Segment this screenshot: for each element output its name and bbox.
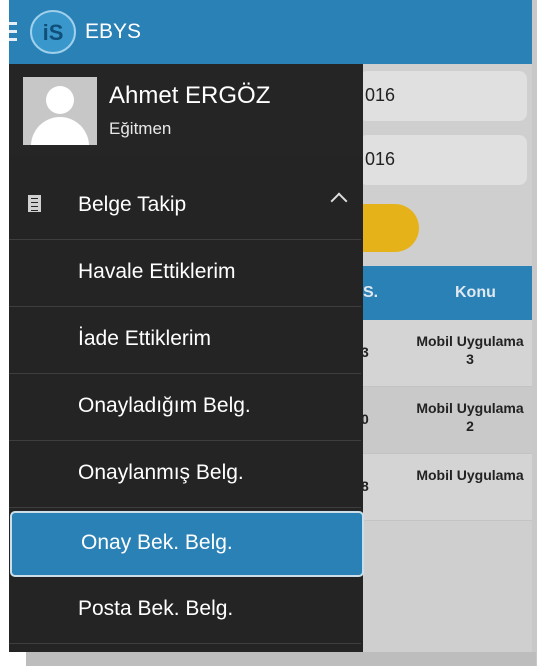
frame-shadow-bottom [26, 652, 536, 666]
user-name: Ahmet ERGÖZ [109, 82, 271, 109]
app-screen: 016 016 S. Konu 3 Mobil Uygulama 3 0 Mob… [9, 0, 532, 652]
menu-icon[interactable] [9, 22, 17, 42]
menu-item-onay-bek-belg[interactable]: Onay Bek. Belg. [10, 511, 364, 577]
row-subject: Mobil Uygulama [416, 467, 524, 483]
app-title: EBYS [85, 20, 142, 43]
menu-item-onaylanmis-belg[interactable]: Onaylanmış Belg. [9, 441, 361, 508]
table-row[interactable]: 3 Mobil Uygulama 3 [359, 320, 532, 387]
menu-item-label: Posta Bek. Belg. [78, 597, 234, 620]
logo-text: iS [43, 20, 64, 45]
menu-item-havale-ettiklerim[interactable]: Havale Ettiklerim [9, 240, 361, 307]
navigation-drawer: Ahmet ERGÖZ Eğitmen Belge Takip Havale E… [9, 64, 364, 652]
menu-item-posta-bek-belg[interactable]: Posta Bek. Belg. [9, 577, 361, 644]
app-bar: iS EBYS [9, 0, 532, 64]
document-icon [28, 195, 41, 212]
menu-item-label: Onaylanmış Belg. [78, 461, 244, 484]
chevron-up-icon[interactable] [330, 192, 348, 210]
user-role: Eğitmen [109, 119, 172, 138]
start-date-value: 016 [365, 85, 396, 105]
menu-item-iade-ettiklerim[interactable]: İade Ettiklerim [9, 307, 361, 374]
menu-item-label: Onay Bek. Belg. [81, 531, 233, 554]
end-date-value: 016 [365, 149, 396, 169]
menu-item-label: Havale Ettiklerim [78, 260, 236, 283]
row-subject: Mobil Uygulama 2 [416, 400, 524, 434]
menu-item-label: İade Ettiklerim [78, 327, 212, 350]
end-date-field[interactable]: 016 [359, 135, 527, 185]
menu-item-label: Onayladığım Belg. [78, 394, 251, 417]
menu-section-belge-takip[interactable]: Belge Takip [9, 173, 361, 240]
menu-item-onayladigim-belg[interactable]: Onayladığım Belg. [9, 374, 361, 441]
avatar [23, 77, 97, 145]
user-profile: Ahmet ERGÖZ Eğitmen [9, 64, 363, 156]
table-row[interactable]: 0 Mobil Uygulama 2 [359, 387, 532, 454]
row-subject: Mobil Uygulama 3 [416, 333, 524, 367]
column-header-no: S. [363, 284, 379, 301]
menu-section-label: Belge Takip [78, 193, 187, 216]
table-header: S. Konu [359, 266, 532, 320]
start-date-field[interactable]: 016 [359, 71, 527, 121]
main-content: 016 016 S. Konu 3 Mobil Uygulama 3 0 Mob… [319, 64, 532, 652]
is-logo-icon: iS [30, 10, 76, 54]
column-header-subject: Konu [455, 284, 496, 301]
frame-shadow-right [532, 0, 537, 666]
table-row[interactable]: 8 Mobil Uygulama [359, 454, 532, 521]
